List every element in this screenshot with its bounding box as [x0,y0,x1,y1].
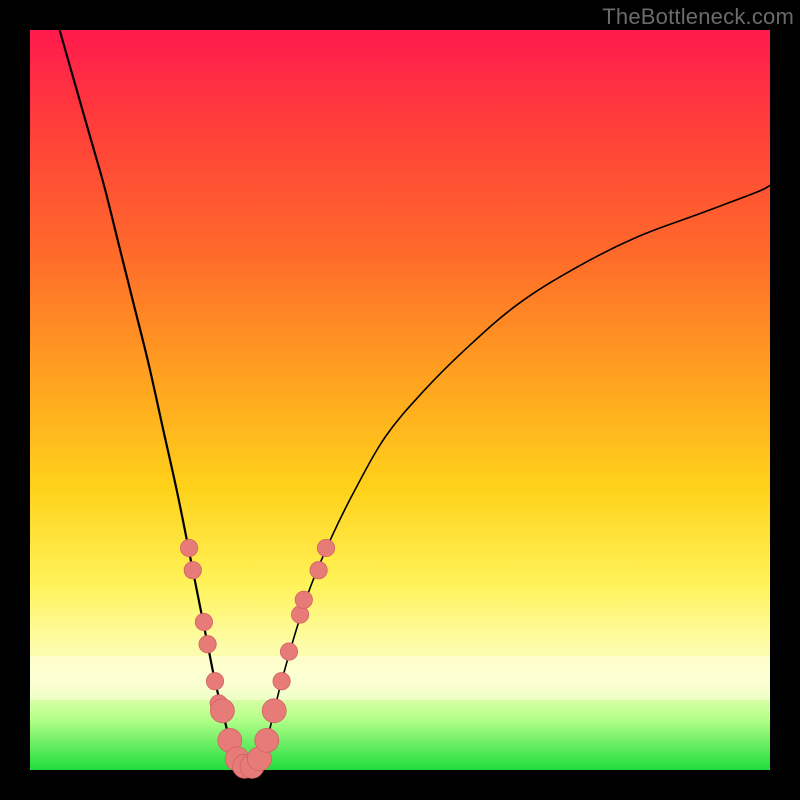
watermark-text: TheBottleneck.com [602,4,794,30]
data-marker [310,562,327,579]
curve-group [60,30,770,771]
data-marker [262,699,286,723]
markers-group [180,539,334,778]
data-marker [199,636,216,653]
data-marker [210,699,234,723]
chart-frame: TheBottleneck.com [0,0,800,800]
data-marker [295,591,312,608]
data-marker [317,539,334,556]
right-branch-path [259,185,770,762]
plot-area [30,30,770,770]
data-marker [255,728,279,752]
data-marker [184,562,201,579]
data-marker [180,539,197,556]
data-marker [273,673,290,690]
chart-svg [30,30,770,770]
data-marker [280,643,297,660]
data-marker [195,613,212,630]
data-marker [206,673,223,690]
